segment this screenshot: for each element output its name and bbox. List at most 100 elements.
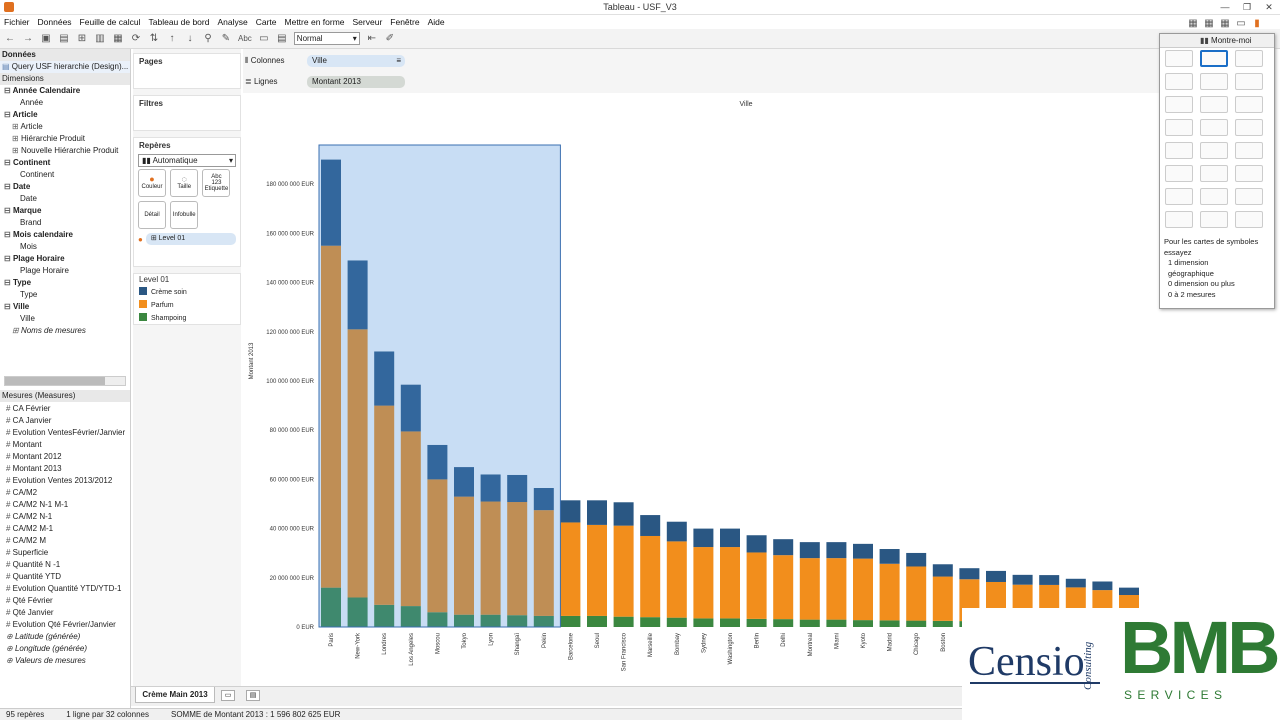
chart-type-thumb[interactable] — [1200, 119, 1228, 136]
bar-segment[interactable] — [1119, 587, 1139, 596]
measure-item[interactable]: ⊕ Latitude (générée) — [0, 631, 130, 643]
bar-segment[interactable] — [693, 547, 714, 619]
measure-item[interactable]: # Evolution Qté Février/Janvier — [0, 619, 130, 631]
bar-segment[interactable] — [720, 547, 740, 619]
menu-aide[interactable]: Aide — [428, 17, 445, 27]
dimension-item[interactable]: ⊟ Marque — [0, 205, 130, 217]
chart-type-thumb[interactable] — [1235, 119, 1263, 136]
bar-segment[interactable] — [1092, 581, 1113, 591]
dimension-item[interactable]: ⊟ Article — [0, 109, 130, 121]
chart-type-thumb[interactable] — [1235, 188, 1263, 205]
chart-type-thumb[interactable] — [1235, 50, 1263, 67]
sort-desc-icon[interactable]: ↓ — [184, 33, 196, 44]
pages-card[interactable]: Pages — [133, 53, 241, 89]
highlight-icon[interactable]: ✎ — [220, 33, 232, 44]
bar-segment[interactable] — [879, 563, 900, 621]
bar-segment[interactable] — [906, 620, 927, 627]
measure-item[interactable]: # CA Janvier — [0, 415, 130, 427]
bar-segment[interactable] — [666, 521, 687, 542]
mark-type-select[interactable]: ▮▮ Automatique ▾ — [138, 154, 236, 167]
detail-button[interactable]: Détail — [138, 201, 166, 229]
size-button[interactable]: ◌ Taille — [170, 169, 199, 197]
sort-asc-icon[interactable]: ↑ — [166, 33, 178, 44]
chart-type-thumb[interactable] — [1165, 211, 1193, 228]
bar-segment[interactable] — [799, 619, 820, 627]
tooltip-button[interactable]: Infobulle — [170, 201, 199, 229]
menu-donnees[interactable]: Données — [38, 17, 72, 27]
bar-segment[interactable] — [906, 552, 927, 567]
measure-item[interactable]: # Qté Février — [0, 595, 130, 607]
fit-icon[interactable]: ▤ — [276, 33, 288, 44]
measure-item[interactable]: ⊕ Longitude (générée) — [0, 643, 130, 655]
grid-icon[interactable]: ▦ — [1187, 18, 1199, 30]
scrollbar-thumb[interactable] — [5, 377, 105, 385]
measure-item[interactable]: # Evolution Quantité YTD/YTD-1 — [0, 583, 130, 595]
bar-segment[interactable] — [666, 541, 687, 618]
measure-item[interactable]: # CA/M2 M-1 — [0, 523, 130, 535]
grid3-icon[interactable]: ▦ — [1219, 18, 1231, 30]
chart-type-thumb[interactable] — [1235, 142, 1263, 159]
chart-type-thumb[interactable] — [1165, 96, 1193, 113]
bar-segment[interactable] — [720, 618, 740, 627]
bar-chart[interactable]: Ville Montant 2013 0 EUR 20 000 000 EUR 40… — [243, 95, 1173, 687]
measure-item[interactable]: # Montant 2012 — [0, 451, 130, 463]
bar-segment[interactable] — [693, 528, 714, 548]
chart-type-thumb[interactable] — [1165, 188, 1193, 205]
dimension-item[interactable]: ⊞ Hiérarchie Produit — [0, 133, 130, 145]
bar-segment[interactable] — [853, 620, 873, 627]
menu-analyse[interactable]: Analyse — [217, 17, 247, 27]
bar-segment[interactable] — [560, 615, 581, 627]
chart-type-thumb[interactable] — [1200, 142, 1228, 159]
label-button[interactable]: Abc 123 Etiquette — [202, 169, 231, 197]
restore-icon[interactable]: ❐ — [1240, 2, 1254, 13]
measure-item[interactable]: # Quantité YTD — [0, 571, 130, 583]
bar-segment[interactable] — [746, 552, 767, 619]
forward-icon[interactable]: → — [22, 33, 34, 44]
chart-type-thumb[interactable] — [1200, 73, 1228, 90]
measure-item[interactable]: # Montant 2013 — [0, 463, 130, 475]
chart-type-thumb[interactable] — [1200, 188, 1228, 205]
bar-segment[interactable] — [560, 500, 581, 523]
bar-segment[interactable] — [959, 568, 980, 580]
legend-item[interactable]: Parfum — [134, 299, 240, 312]
bar-segment[interactable] — [853, 543, 873, 559]
fix-axes-icon[interactable]: ⇤ — [366, 33, 378, 44]
chart-type-thumb[interactable] — [1165, 142, 1193, 159]
window-icon[interactable]: ▭ — [1235, 18, 1247, 30]
bar-segment[interactable] — [879, 620, 900, 627]
chart-type-thumb[interactable] — [1200, 96, 1228, 113]
new-sheet-icon[interactable]: ⊞ — [76, 33, 88, 44]
back-icon[interactable]: ← — [4, 33, 16, 44]
grid2-icon[interactable]: ▦ — [1203, 18, 1215, 30]
legend-item[interactable]: Crème soin — [134, 286, 240, 299]
dimension-item[interactable]: Année — [0, 97, 130, 109]
montant-pill[interactable]: Montant 2013 — [307, 76, 405, 88]
dimension-item[interactable]: ⊟ Type — [0, 277, 130, 289]
horizontal-scrollbar[interactable] — [4, 376, 126, 386]
bar-segment[interactable] — [986, 570, 1006, 582]
dimension-item[interactable]: Brand — [0, 217, 130, 229]
dimension-item[interactable]: Plage Horaire — [0, 265, 130, 277]
measure-item[interactable]: # CA/M2 N-1 M-1 — [0, 499, 130, 511]
measure-item[interactable]: # CA/M2 N-1 — [0, 511, 130, 523]
dimension-item[interactable]: ⊟ Année Calendaire — [0, 85, 130, 97]
bar-segment[interactable] — [746, 535, 767, 553]
refresh-icon[interactable]: ⟳ — [130, 33, 142, 44]
bar-segment[interactable] — [666, 617, 687, 627]
bar-segment[interactable] — [799, 558, 820, 620]
measure-item[interactable]: # Evolution VentesFévrier/Janvier — [0, 427, 130, 439]
measure-item[interactable]: # CA/M2 — [0, 487, 130, 499]
menu-tableau-de-bord[interactable]: Tableau de bord — [149, 17, 210, 27]
bar-segment[interactable] — [613, 502, 634, 526]
dimension-item[interactable]: Continent — [0, 169, 130, 181]
dimension-item[interactable]: ⊞ Noms de mesures — [0, 325, 130, 337]
chart-type-thumb[interactable] — [1165, 119, 1193, 136]
bar-segment[interactable] — [587, 524, 607, 616]
bar-segment[interactable] — [826, 558, 847, 620]
bar-segment[interactable] — [693, 618, 714, 627]
menu-feuille-de-calcul[interactable]: Feuille de calcul — [80, 17, 141, 27]
measure-item[interactable]: # CA Février — [0, 403, 130, 415]
bar-segment[interactable] — [826, 619, 847, 627]
clear-sheet-icon[interactable]: ▦ — [112, 33, 124, 44]
dimension-item[interactable]: ⊟ Date — [0, 181, 130, 193]
